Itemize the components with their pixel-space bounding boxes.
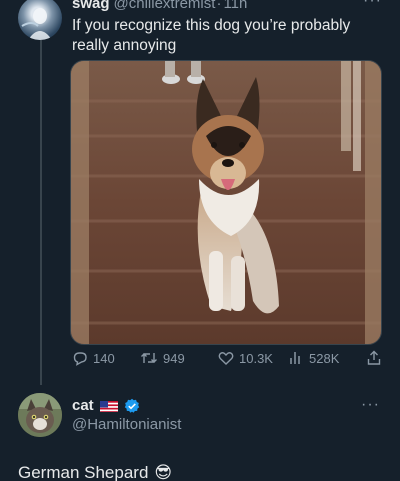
views-button[interactable]: 528K <box>288 350 339 366</box>
reply-button[interactable]: 140 <box>72 350 115 366</box>
us-flag-icon <box>99 400 118 412</box>
verified-badge-icon <box>124 398 139 413</box>
retweet-count: 949 <box>163 350 185 366</box>
reply-icon <box>73 352 87 366</box>
like-count: 10.3K <box>239 350 273 366</box>
retweet-button[interactable]: 949 <box>140 350 185 366</box>
header-separator: · <box>216 0 222 12</box>
reply-author-handle[interactable]: @Hamiltonianist <box>72 416 181 433</box>
reply-author-avatar[interactable] <box>18 393 62 437</box>
author-handle[interactable]: @chillextremist <box>114 0 216 14</box>
dog-photo <box>71 61 381 344</box>
thread-connector-line <box>40 40 42 385</box>
reply-text-row: German Shepard 😎 <box>18 463 172 481</box>
sunglasses-emoji-icon: 😎 <box>154 463 173 481</box>
view-count: 528K <box>309 350 340 366</box>
views-chart-icon <box>290 352 300 364</box>
more-options-icon[interactable]: ··· <box>363 0 382 10</box>
like-button[interactable]: 10.3K <box>218 350 273 366</box>
reply-author-name[interactable]: cat <box>72 397 94 414</box>
share-button[interactable] <box>366 350 382 366</box>
author-name[interactable]: swag <box>72 0 110 14</box>
avatar-figure-icon <box>21 8 52 40</box>
tweet-timestamp[interactable]: 11h <box>223 0 247 14</box>
author-avatar[interactable] <box>18 0 62 40</box>
heart-icon <box>218 352 234 365</box>
reply-author-row: cat <box>72 397 140 414</box>
tweet-header: swag @chillextremist · 11h <box>72 0 388 14</box>
reply-more-options-icon[interactable]: ··· <box>361 396 380 414</box>
tweet-media-image[interactable] <box>70 60 382 345</box>
reply-count: 140 <box>93 350 115 366</box>
reply-text: German Shepard <box>18 463 149 481</box>
tweet-action-bar: 140 949 10.3K 528K <box>72 350 384 370</box>
cat-avatar-icon <box>18 393 62 437</box>
share-icon <box>367 350 381 365</box>
tweet-text: If you recognize this dog you’re probabl… <box>72 17 351 54</box>
retweet-icon <box>141 353 157 363</box>
